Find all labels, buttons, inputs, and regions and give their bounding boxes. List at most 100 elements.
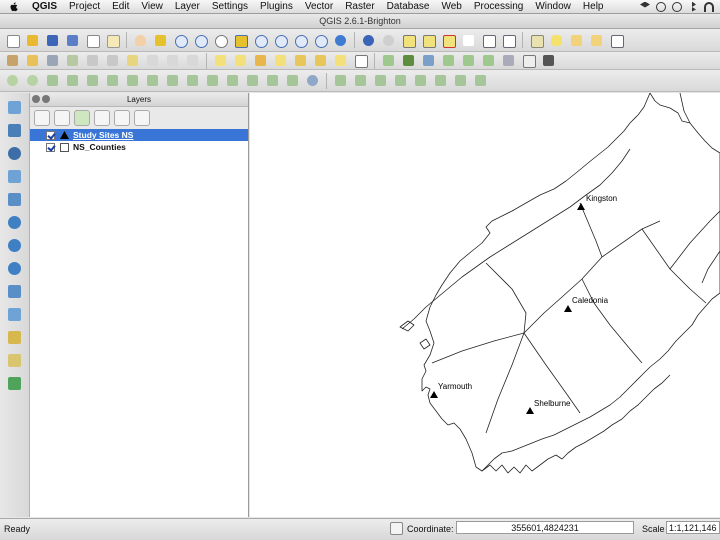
add-group-icon[interactable] — [54, 110, 70, 126]
new-project-icon[interactable] — [4, 32, 21, 49]
expand-all-icon[interactable] — [94, 110, 110, 126]
bluetooth-icon[interactable] — [692, 1, 696, 12]
zoom-native-icon[interactable] — [212, 32, 229, 49]
menu-database[interactable]: Database — [381, 1, 436, 12]
scale-combobox[interactable]: 1:1,121,146 — [666, 521, 720, 534]
split-features-icon[interactable] — [204, 72, 221, 89]
map-tips-bubble-icon[interactable] — [548, 32, 565, 49]
merge-attributes-icon[interactable] — [264, 72, 281, 89]
georeferencer-icon[interactable] — [540, 52, 557, 69]
toggle-extents-icon[interactable] — [390, 522, 403, 535]
simplify-feature-icon[interactable] — [44, 72, 61, 89]
add-gpx-layer-icon[interactable] — [6, 329, 23, 346]
collapse-all-icon[interactable] — [114, 110, 130, 126]
add-feature-icon[interactable] — [64, 52, 81, 69]
toggle-editing-icon[interactable] — [24, 52, 41, 69]
wifi-icon[interactable] — [704, 1, 714, 12]
layer-style-icon[interactable] — [34, 110, 50, 126]
float-panel-icon[interactable] — [42, 95, 50, 103]
rotate-label-icon[interactable] — [312, 52, 329, 69]
layer-visibility-checkbox[interactable] — [46, 130, 55, 140]
redo-icon[interactable] — [24, 72, 41, 89]
field-calculator-icon[interactable] — [460, 32, 477, 49]
add-virtual-layer-icon[interactable] — [452, 72, 469, 89]
add-vector-layer-icon[interactable] — [6, 99, 23, 116]
add-wcs-icon[interactable] — [412, 72, 429, 89]
add-raster-from-file-icon[interactable] — [6, 375, 23, 392]
copy-features-icon[interactable] — [164, 52, 181, 69]
add-spatialite-layer-icon[interactable] — [6, 168, 23, 185]
new-shapefile-layer-icon[interactable] — [6, 306, 23, 323]
add-spatialite-layer-icon[interactable] — [440, 52, 457, 69]
pan-map-icon[interactable] — [132, 32, 149, 49]
offset-curve-icon[interactable] — [184, 72, 201, 89]
add-mssql-layer-icon[interactable] — [460, 52, 477, 69]
csw-icon[interactable] — [352, 52, 369, 69]
move-label-icon[interactable] — [292, 52, 309, 69]
label-icon[interactable] — [212, 52, 229, 69]
menu-web[interactable]: Web — [435, 1, 467, 12]
grid-icon[interactable] — [520, 52, 537, 69]
menu-processing[interactable]: Processing — [468, 1, 529, 12]
save-project-icon[interactable] — [44, 32, 61, 49]
apple-icon[interactable] — [8, 1, 20, 13]
add-delimited-text-icon[interactable] — [392, 72, 409, 89]
rotate-feature-icon[interactable] — [304, 72, 321, 89]
new-spatialite-icon[interactable] — [352, 72, 369, 89]
menu-help[interactable]: Help — [577, 1, 610, 12]
add-wfs-icon[interactable] — [432, 72, 449, 89]
add-wms-layer-icon[interactable] — [500, 52, 517, 69]
menu-app-name[interactable]: QGIS — [26, 1, 63, 12]
refresh-icon[interactable] — [332, 32, 349, 49]
zoom-full-icon[interactable] — [232, 32, 249, 49]
text-annotation-icon[interactable] — [608, 32, 625, 49]
add-wfs-layer-icon[interactable] — [6, 260, 23, 277]
add-part-icon[interactable] — [84, 72, 101, 89]
select-features-icon[interactable] — [400, 32, 417, 49]
reshape-features-icon[interactable] — [164, 72, 181, 89]
delete-ring-icon[interactable] — [124, 72, 141, 89]
remove-layer-icon[interactable] — [6, 352, 23, 369]
save-as-icon[interactable] — [64, 32, 81, 49]
add-delimited-text-icon[interactable] — [6, 283, 23, 300]
layer-visibility-checkbox[interactable] — [46, 142, 55, 152]
deselect-all-icon[interactable] — [440, 32, 457, 49]
layer-item-study-sites[interactable]: Study Sites NS — [30, 129, 248, 141]
measure-line-icon[interactable] — [528, 32, 545, 49]
zoom-last-icon[interactable] — [292, 32, 309, 49]
zoom-in-icon[interactable] — [172, 32, 189, 49]
layer-labeling-icon[interactable] — [232, 52, 249, 69]
delete-selected-icon[interactable] — [124, 52, 141, 69]
add-ring-icon[interactable] — [64, 72, 81, 89]
delete-part-icon[interactable] — [144, 72, 161, 89]
current-edits-icon[interactable] — [4, 52, 21, 69]
show-bookmarks-icon[interactable] — [588, 32, 605, 49]
add-raster-layer-icon[interactable] — [400, 52, 417, 69]
add-mssql-layer-icon[interactable] — [6, 191, 23, 208]
sync-icon[interactable] — [656, 1, 666, 12]
undo-icon[interactable] — [4, 72, 21, 89]
identify-icon[interactable] — [360, 32, 377, 49]
pan-to-selection-icon[interactable] — [152, 32, 169, 49]
dropbox-icon[interactable] — [640, 1, 650, 8]
menu-vector[interactable]: Vector — [299, 1, 339, 12]
filter-legend-icon[interactable] — [74, 110, 90, 126]
new-shapefile-icon[interactable] — [332, 72, 349, 89]
zoom-next-icon[interactable] — [312, 32, 329, 49]
close-panel-icon[interactable] — [32, 95, 40, 103]
remove-layer-icon[interactable] — [134, 110, 150, 126]
paste-features-icon[interactable] — [184, 52, 201, 69]
menu-edit[interactable]: Edit — [106, 1, 135, 12]
map-tips-icon[interactable] — [380, 32, 397, 49]
new-print-composer-icon[interactable] — [84, 32, 101, 49]
new-gpx-icon[interactable] — [372, 72, 389, 89]
move-feature-icon[interactable] — [84, 52, 101, 69]
add-raster-layer-icon[interactable] — [6, 122, 23, 139]
add-wcs-layer-icon[interactable] — [6, 237, 23, 254]
pin-labels-icon[interactable] — [252, 52, 269, 69]
rotate-point-symbols-icon[interactable] — [284, 72, 301, 89]
menu-raster[interactable]: Raster — [339, 1, 380, 12]
composer-manager-icon[interactable] — [104, 32, 121, 49]
save-layer-edits-icon[interactable] — [44, 52, 61, 69]
add-postgis-layer-icon[interactable] — [6, 145, 23, 162]
